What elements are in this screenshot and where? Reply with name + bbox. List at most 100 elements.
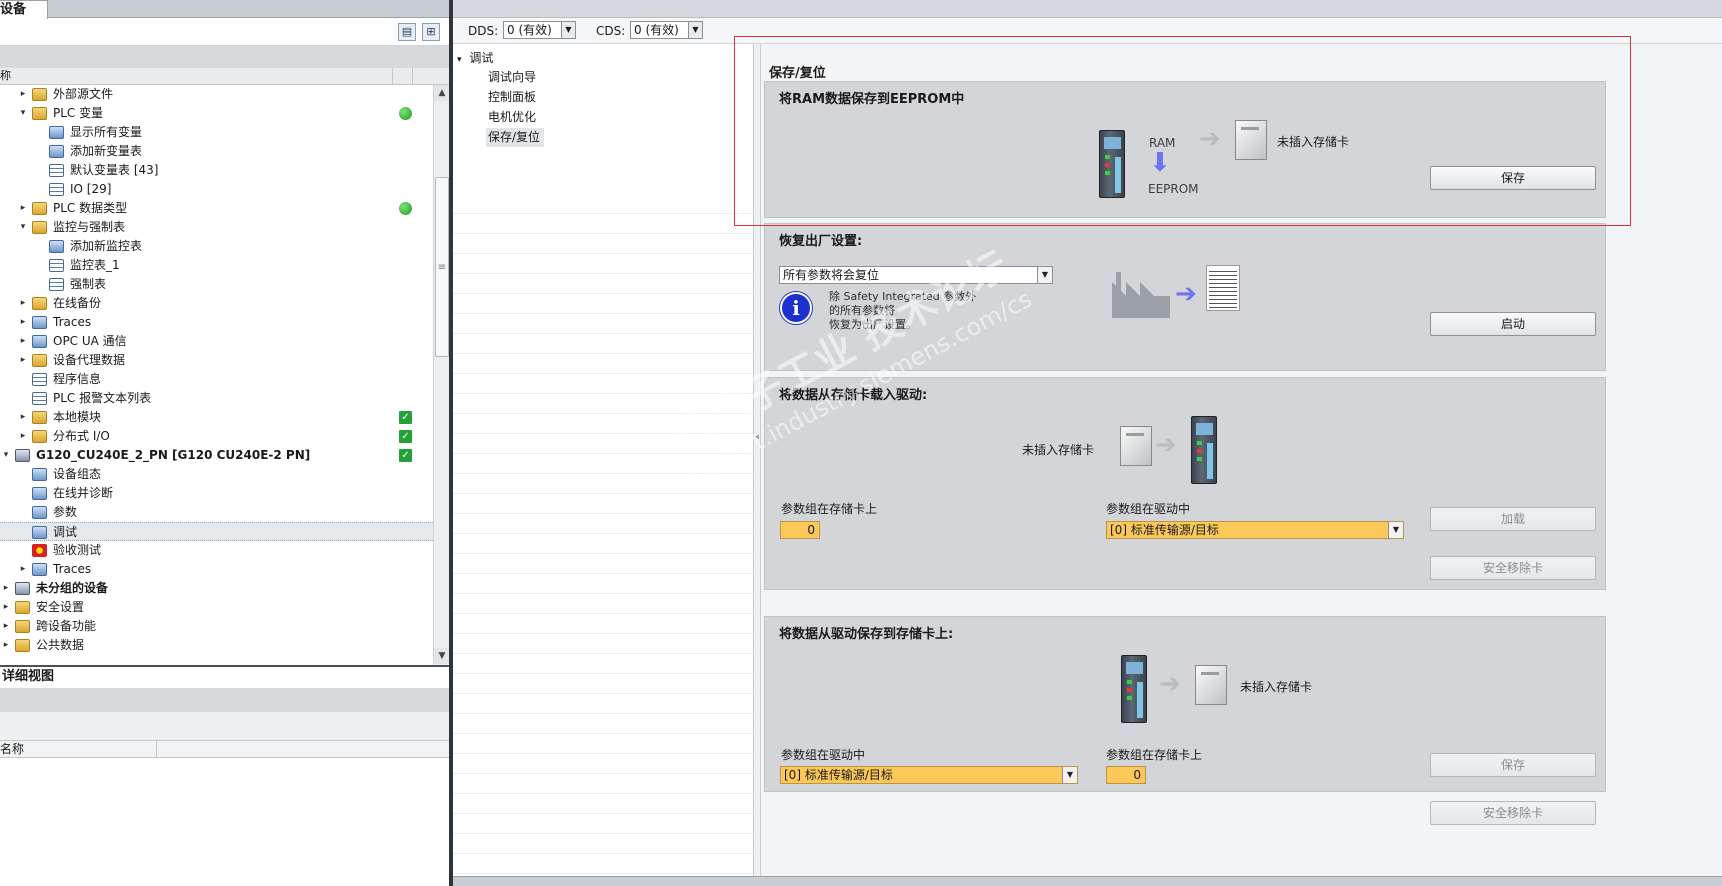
tree-item[interactable]: ▸ 设备代理数据	[0, 351, 433, 370]
chevron-right-icon[interactable]: ▸	[18, 294, 28, 313]
tree-item[interactable]: ▾ PLC 变量	[0, 104, 433, 123]
chevron-right-icon[interactable]: ▸	[1, 579, 11, 598]
tree-item[interactable]: ▸ 分布式 I/O ✓	[0, 427, 433, 446]
load-drive-param-label: 参数组在驱动中	[1106, 502, 1191, 516]
safe-remove-card-button-2[interactable]: 安全移除卡	[1430, 801, 1596, 825]
save-to-card-button[interactable]: 保存	[1430, 753, 1596, 777]
tree-item[interactable]: 在线并诊断	[0, 484, 433, 503]
chevron-right-icon[interactable]: ▸	[18, 560, 28, 579]
dds-select[interactable]: 0 (有效) ▼	[503, 21, 576, 39]
collapse-arrow-icon[interactable]: ◂	[755, 432, 759, 441]
column-name-header[interactable]: 称	[0, 68, 11, 84]
chevron-right-icon[interactable]: ▸	[18, 351, 28, 370]
tree-item-label: 安全设置	[36, 600, 85, 614]
folder-icon	[15, 601, 30, 614]
tree-item[interactable]: 添加新变量表	[0, 142, 433, 161]
start-reset-button[interactable]: 启动	[1430, 312, 1596, 336]
store-card-param-input[interactable]: 0	[1106, 766, 1146, 784]
nav-item[interactable]: 电机优化	[486, 108, 540, 127]
tree-item[interactable]: 程序信息	[0, 370, 433, 389]
tree-item[interactable]: ▸ 外部源文件	[0, 85, 433, 104]
scroll-up-icon[interactable]: ▲	[434, 85, 450, 101]
chevron-down-icon[interactable]: ▼	[561, 22, 575, 38]
chevron-down-icon[interactable]: ▾	[18, 104, 28, 123]
tree-item[interactable]: 显示所有变量	[0, 123, 433, 142]
detail-name-column[interactable]: 名称	[0, 742, 24, 756]
tree-item[interactable]: 默认变量表 [43]	[0, 161, 433, 180]
chevron-right-icon[interactable]: ▸	[1, 617, 11, 636]
tab-devices[interactable]: 设备	[0, 0, 48, 19]
chevron-down-icon[interactable]: ▼	[1388, 522, 1403, 538]
memory-card-icon	[1235, 120, 1267, 160]
tree-item[interactable]: ▸ 跨设备功能	[0, 617, 433, 636]
arrow-right-icon: ➔	[1199, 124, 1221, 154]
tree-item[interactable]: PLC 报警文本列表	[0, 389, 433, 408]
dds-value: 0 (有效)	[507, 23, 552, 37]
chevron-down-icon[interactable]: ▾	[18, 218, 28, 237]
cds-select[interactable]: 0 (有效) ▼	[630, 21, 703, 39]
overview-icon[interactable]: ⊞	[422, 23, 440, 41]
nav-item[interactable]: 控制面板	[486, 88, 540, 107]
tree-item-label: 显示所有变量	[70, 125, 143, 139]
table-view-icon[interactable]: ▤	[398, 23, 416, 41]
tree-item[interactable]: 监控表_1	[0, 256, 433, 275]
scroll-down-icon[interactable]: ▼	[434, 648, 450, 664]
detail-view-title[interactable]: 详细视图	[0, 665, 450, 687]
tree-item[interactable]: 强制表	[0, 275, 433, 294]
tree-item[interactable]: ▸ Traces	[0, 313, 433, 332]
tree-item[interactable]: 添加新监控表	[0, 237, 433, 256]
tree-item[interactable]: ▸ Traces	[0, 560, 433, 579]
tree-scrollbar[interactable]: ▲ ≡ ▼	[433, 85, 450, 665]
chevron-right-icon[interactable]: ▸	[18, 332, 28, 351]
load-drive-param-select[interactable]: [0] 标准传输源/目标 ▼	[1106, 521, 1404, 539]
tree-item[interactable]: ▾ G120_CU240E_2_PN [G120 CU240E-2 PN] ✓	[0, 446, 433, 465]
tree-item-label: G120_CU240E_2_PN [G120 CU240E-2 PN]	[36, 448, 311, 462]
chevron-down-icon[interactable]: ▾	[1, 446, 11, 465]
chevron-right-icon[interactable]: ▸	[18, 427, 28, 446]
memory-card-icon	[1120, 426, 1152, 466]
cds-label: CDS:	[596, 24, 626, 38]
ram-eeprom-panel: 将RAM数据保存到EEPROM中 RAM ⬇ EEPROM ➔ 未插入存储卡 保…	[764, 81, 1606, 218]
chevron-right-icon[interactable]: ▸	[18, 408, 28, 427]
tree-item-label: PLC 数据类型	[53, 201, 128, 215]
nav-content-splitter[interactable]: ◂	[753, 44, 761, 876]
project-tree-toolbar: ▤ ⊞	[0, 19, 450, 46]
tree-item[interactable]: ▸ 公共数据	[0, 636, 433, 655]
tree-item[interactable]: ▾ 监控与强制表	[0, 218, 433, 237]
chevron-down-icon[interactable]: ▾	[457, 55, 462, 65]
tree-item[interactable]: 验收测试	[0, 541, 433, 560]
store-drive-param-select[interactable]: [0] 标准传输源/目标 ▼	[780, 766, 1078, 784]
tree-item-label: 调试	[53, 525, 78, 539]
tree-item[interactable]: 调试	[0, 522, 433, 541]
tree-item[interactable]: 设备组态	[0, 465, 433, 484]
load-button[interactable]: 加载	[1430, 507, 1596, 531]
load-card-status: 未插入存储卡	[1022, 443, 1095, 457]
safe-remove-card-button[interactable]: 安全移除卡	[1430, 556, 1596, 580]
chevron-right-icon[interactable]: ▸	[1, 598, 11, 617]
tree-item[interactable]: 参数	[0, 503, 433, 522]
tree-item[interactable]: ▸ 未分组的设备	[0, 579, 433, 598]
chevron-down-icon[interactable]: ▼	[688, 22, 702, 38]
save-ram-button[interactable]: 保存	[1430, 166, 1596, 190]
chevron-right-icon[interactable]: ▸	[1, 636, 11, 655]
load-card-param-input[interactable]: 0	[780, 521, 820, 539]
ram-card-status: 未插入存储卡	[1277, 135, 1350, 149]
tree-item[interactable]: ▸ OPC UA 通信	[0, 332, 433, 351]
nav-item[interactable]: 保存/复位	[486, 128, 545, 147]
chevron-down-icon[interactable]: ▼	[1062, 767, 1077, 783]
load-drive-param-value: [0] 标准传输源/目标	[1110, 523, 1219, 537]
tree-item[interactable]: ▸ 安全设置	[0, 598, 433, 617]
chevron-right-icon[interactable]: ▸	[18, 199, 28, 218]
tree-item[interactable]: ▸ 本地模块 ✓	[0, 408, 433, 427]
nav-root-commissioning[interactable]: ▾ 调试	[457, 49, 493, 68]
tree-item[interactable]: ▸ 在线备份	[0, 294, 433, 313]
nav-item[interactable]: 调试向导	[486, 68, 540, 87]
scroll-thumb[interactable]: ≡	[435, 177, 449, 357]
factory-reset-select[interactable]: 所有参数将会复位 ▼	[779, 266, 1053, 284]
chevron-right-icon[interactable]: ▸	[18, 85, 28, 104]
chevron-right-icon[interactable]: ▸	[18, 313, 28, 332]
tree-item[interactable]: ▸ PLC 数据类型	[0, 199, 433, 218]
tree-item[interactable]: IO [29]	[0, 180, 433, 199]
blue-icon	[32, 487, 47, 500]
chevron-down-icon[interactable]: ▼	[1037, 267, 1052, 283]
